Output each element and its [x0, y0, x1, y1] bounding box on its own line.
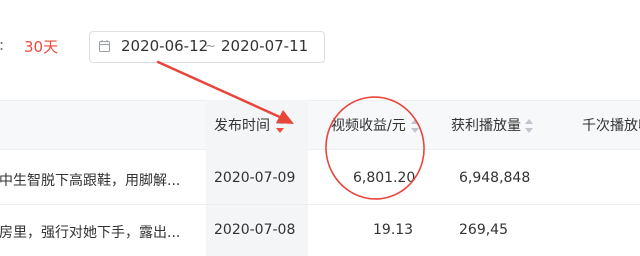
column-header-profitable-plays[interactable]: 获利播放量	[451, 115, 521, 135]
column-header-cpm[interactable]: 千次播放收	[582, 115, 640, 135]
date-separator: ~	[205, 39, 216, 54]
column-header-publish-time-label: 发布时间	[214, 118, 270, 134]
column-header-video-revenue-label: 视频收益/元	[331, 118, 406, 134]
filter-colon: :	[0, 36, 4, 54]
table-header	[0, 100, 640, 150]
date-start-value[interactable]: 2020-06-12	[121, 37, 208, 55]
table-row-publish-time: 2020-07-08	[214, 222, 296, 238]
table-row-title[interactable]: 中生智脱下高跟鞋，用脚解...	[0, 170, 181, 190]
sort-arrows-icon[interactable]	[276, 119, 284, 133]
sort-arrows-icon[interactable]	[411, 119, 419, 133]
table-row-profitable-plays: 6,948,848	[459, 170, 531, 186]
column-header-video-revenue[interactable]: 视频收益/元	[331, 115, 406, 135]
table-row-publish-time: 2020-07-09	[214, 170, 296, 186]
column-header-cpm-label: 千次播放收	[582, 118, 640, 134]
sort-arrows-icon[interactable]	[525, 119, 533, 133]
date-end-value[interactable]: 2020-07-11	[221, 37, 308, 55]
table-row-video-revenue: 6,801.20	[353, 170, 416, 186]
table-row-profitable-plays: 269,45	[459, 222, 508, 238]
calendar-icon	[99, 40, 110, 52]
table-row-title[interactable]: 房里，强行对她下手，露出...	[0, 222, 181, 242]
column-header-publish-time[interactable]: 发布时间	[214, 115, 270, 135]
days-filter-option[interactable]: 30天	[24, 36, 58, 57]
column-header-profitable-plays-label: 获利播放量	[451, 118, 521, 134]
table-row-video-revenue: 19.13	[373, 222, 414, 238]
row-divider	[0, 204, 640, 205]
